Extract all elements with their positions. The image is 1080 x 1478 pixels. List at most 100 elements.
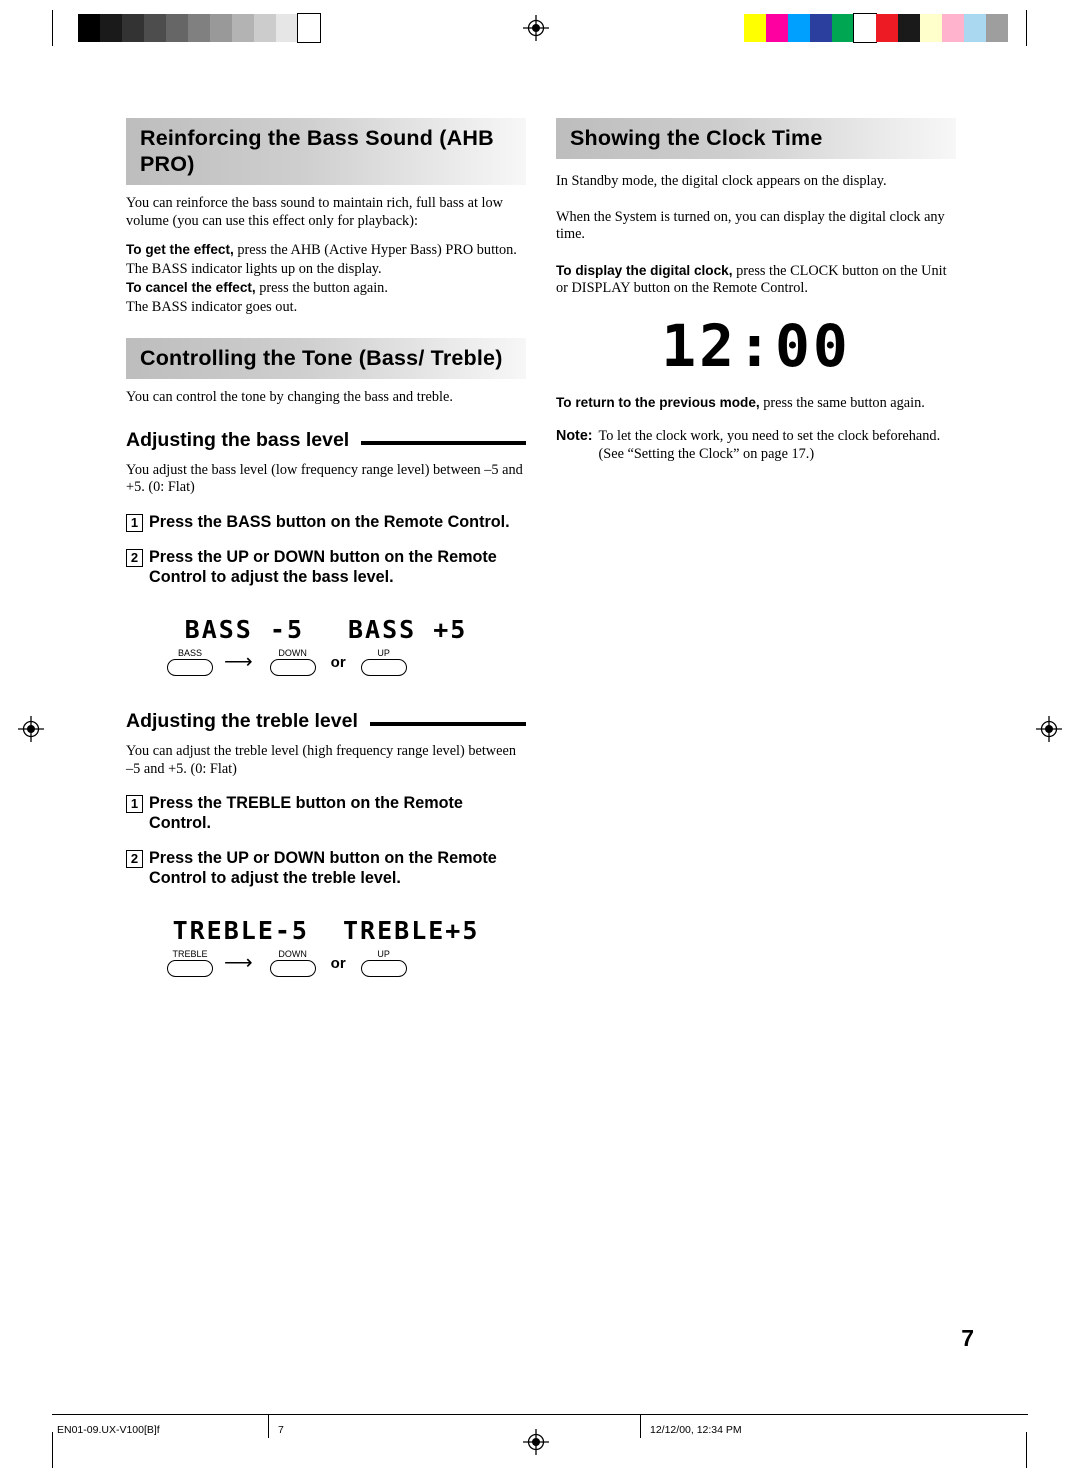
section-heading-clock: Showing the Clock Time — [556, 118, 956, 159]
key-down-label: DOWN — [278, 949, 307, 959]
clock-display-graphic: 12:00 — [556, 316, 956, 376]
key-treble-label: TREBLE — [172, 949, 208, 959]
page: Reinforcing the Bass Sound (AHB PRO) You… — [0, 0, 1080, 1478]
registration-mark-left — [18, 716, 44, 742]
key-up-shape — [360, 960, 407, 977]
step-text: Press the UP or DOWN button on the Remot… — [149, 548, 497, 586]
key-bass[interactable]: BASS — [166, 648, 214, 676]
clock-display-paragraph: To display the digital clock, press the … — [556, 262, 956, 298]
treble-lcd-row: TREBLE-5 TREBLE+5 — [126, 916, 526, 945]
key-bass-label: BASS — [177, 648, 202, 658]
crop-tick — [1026, 1432, 1027, 1468]
print-swatch — [188, 14, 210, 42]
heading-reinforcing-bass: Reinforcing the Bass Sound (AHB PRO) — [140, 126, 494, 176]
or-label: or — [330, 954, 346, 972]
left-column: Reinforcing the Bass Sound (AHB PRO) You… — [126, 118, 526, 977]
print-swatch — [144, 14, 166, 42]
key-bass-shape — [167, 659, 213, 676]
grayscale-print-bar — [78, 13, 321, 43]
footer-page: 7 — [278, 1424, 284, 1436]
print-swatch — [166, 14, 188, 42]
bass-indicator-on: The BASS indicator lights up on the disp… — [126, 260, 382, 277]
right-column: Showing the Clock Time In Standby mode, … — [556, 118, 956, 463]
key-down-shape — [269, 960, 316, 977]
step-text: Press the TREBLE button on the Remote Co… — [149, 794, 463, 832]
registration-mark-top — [523, 15, 549, 41]
bass-intro-paragraph: You can reinforce the bass sound to main… — [126, 195, 503, 229]
print-swatch — [100, 14, 122, 42]
clock-digits: 12:00 — [661, 311, 851, 380]
print-swatch — [766, 14, 788, 42]
lcd-bass-plus5: BASS +5 — [348, 615, 468, 644]
bass-lcd-row: BASS -5 BASS +5 — [126, 615, 526, 644]
lcd-treble-minus5: TREBLE-5 — [172, 916, 309, 945]
subheading-rule — [369, 722, 526, 726]
note-text: To let the clock work, you need to set t… — [598, 428, 941, 462]
print-swatch — [986, 14, 1008, 42]
print-swatch — [832, 14, 854, 42]
print-swatch — [276, 14, 298, 42]
footer-file-id: EN01-09.UX-V100[B]f — [57, 1424, 160, 1436]
bass-key-diagram: BASS ⟶ DOWN or UP — [166, 648, 526, 676]
treble-step-2: 2 Press the UP or DOWN button on the Rem… — [126, 849, 526, 888]
key-up[interactable]: UP — [360, 949, 408, 977]
print-swatch — [122, 14, 144, 42]
clock-standby-paragraph: In Standby mode, the digital clock appea… — [556, 173, 887, 189]
registration-mark-bottom — [523, 1429, 549, 1455]
bass-cancel-bold: To cancel the effect, — [126, 280, 256, 295]
registration-mark-right — [1036, 716, 1062, 742]
print-swatch — [898, 14, 920, 42]
crop-tick — [52, 10, 53, 46]
subheading-treble-level: Adjusting the treble level — [126, 710, 526, 733]
bass-indicator-off: The BASS indicator goes out. — [126, 298, 298, 315]
print-swatch — [297, 13, 321, 43]
page-number: 7 — [961, 1325, 974, 1351]
step-number: 1 — [126, 513, 143, 532]
crop-tick — [52, 1432, 53, 1468]
bass-get-effect-bold: To get the effect, — [126, 242, 234, 257]
print-swatch — [964, 14, 986, 42]
clock-poweron-paragraph: When the System is turned on, you can di… — [556, 208, 945, 243]
step-number: 2 — [126, 549, 143, 567]
footer-timestamp: 12/12/00, 12:34 PM — [650, 1424, 742, 1436]
key-down[interactable]: DOWN — [269, 648, 317, 676]
section-heading-tone: Controlling the Tone (Bass/ Treble) — [126, 338, 526, 379]
footer-divider — [268, 1414, 269, 1438]
key-treble[interactable]: TREBLE — [166, 949, 214, 977]
print-swatch — [942, 14, 964, 42]
print-swatch — [876, 14, 898, 42]
print-swatch — [254, 14, 276, 42]
clock-return-rest: press the same button again. — [759, 394, 925, 411]
key-down-label: DOWN — [278, 648, 307, 658]
tone-intro-paragraph: You can control the tone by changing the… — [126, 389, 453, 405]
print-swatch — [232, 14, 254, 42]
subheading-treble-level-text: Adjusting the treble level — [126, 710, 358, 732]
bass-get-effect-rest: press the AHB (Active Hyper Bass) PRO bu… — [233, 242, 517, 258]
key-up-label: UP — [377, 648, 390, 658]
clock-display-bold: To display the digital clock, — [556, 262, 733, 278]
treble-level-range: You can adjust the treble level (high fr… — [126, 743, 516, 777]
subheading-bass-level: Adjusting the bass level — [126, 429, 526, 452]
heading-showing-clock: Showing the Clock Time — [570, 126, 823, 150]
bass-get-effect-paragraph: To get the effect, press the AHB (Active… — [126, 241, 526, 260]
section-heading-bass: Reinforcing the Bass Sound (AHB PRO) — [126, 118, 526, 185]
footer-divider — [640, 1414, 641, 1438]
bass-level-range: You adjust the bass level (low frequency… — [126, 461, 523, 496]
lcd-bass-minus5: BASS -5 — [184, 615, 304, 644]
key-down[interactable]: DOWN — [269, 949, 317, 977]
print-swatch — [78, 14, 100, 42]
print-swatch — [744, 14, 766, 42]
key-up[interactable]: UP — [360, 648, 408, 676]
bass-step-2: 2 Press the UP or DOWN button on the Rem… — [126, 548, 526, 587]
step-text: Press the BASS button on the Remote Cont… — [149, 512, 510, 531]
bass-step-1: 1 Press the BASS button on the Remote Co… — [126, 513, 526, 533]
or-label: or — [330, 653, 346, 671]
subheading-rule — [361, 440, 526, 445]
crop-tick — [1026, 10, 1027, 46]
step-text: Press the UP or DOWN button on the Remot… — [149, 849, 497, 887]
footer-rule — [52, 1414, 1028, 1415]
key-down-shape — [269, 659, 316, 676]
step-number: 2 — [126, 850, 143, 868]
step-number: 1 — [126, 795, 143, 813]
print-swatch — [788, 14, 810, 42]
